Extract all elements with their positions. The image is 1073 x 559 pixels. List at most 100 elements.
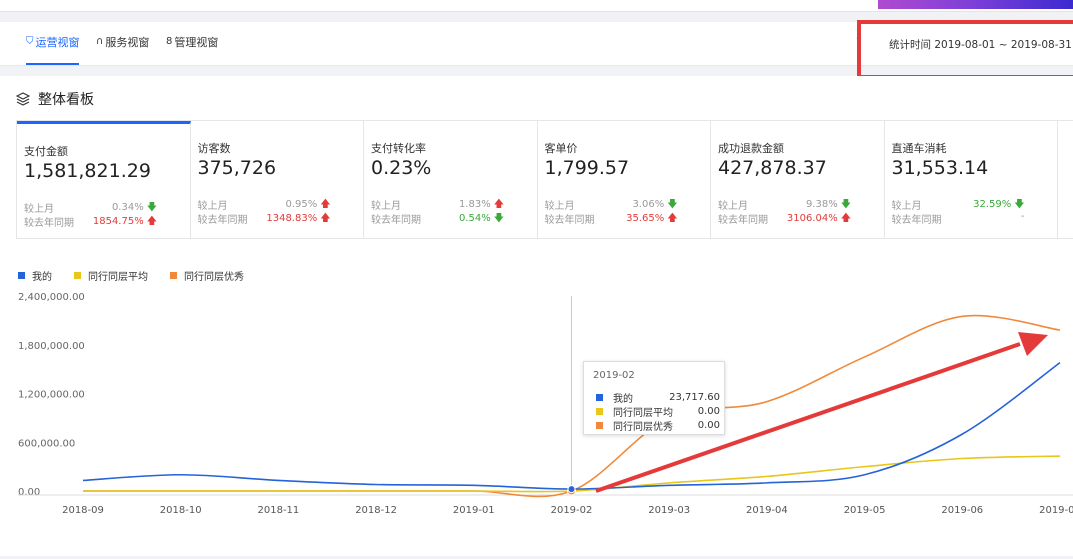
y-tick-label: 1,800,000.00 [18, 341, 85, 352]
annotation-red-box [857, 20, 1073, 79]
yoy-label: 较去年同期 [24, 218, 74, 229]
metric-card-partial[interactable] [1058, 121, 1073, 238]
mom-label: 较上月 [197, 201, 228, 212]
panel-header: 整体看板 [16, 89, 94, 109]
metric-value: 31,553.14 [891, 157, 989, 179]
arrow-up-icon: 🡅 [493, 199, 504, 210]
metric-value: 375,726 [197, 157, 277, 179]
legend-label: 同行同层优秀 [184, 272, 244, 283]
arrow-down-icon: 🡇 [667, 199, 678, 210]
metric-title: 成功退款金额 [718, 142, 784, 155]
x-tick-label: 2019-04 [746, 505, 788, 516]
legend-item[interactable]: 我的 [18, 268, 52, 283]
metric-title: 直通车消耗 [891, 142, 947, 155]
yoy-value: 1348.83% 🡅 [261, 211, 330, 228]
legend-label: 同行同层平均 [88, 272, 148, 283]
arrow-down-icon: 🡇 [1014, 199, 1025, 210]
metric-card[interactable]: 支付转化率 0.23% 较上月较去年同期 1.83% 🡅 0.54% 🡇 [364, 121, 538, 238]
metric-title: 客单价 [544, 142, 578, 155]
shield-icon: ⛉ [26, 36, 34, 47]
tooltip-series-name: 同行同层优秀 [613, 422, 673, 433]
metric-title: 支付转化率 [371, 142, 426, 155]
active-tab-underline [26, 63, 79, 65]
x-tick-label: 2018-12 [355, 505, 397, 516]
metric-value: 1,581,821.29 [24, 160, 151, 182]
legend-item[interactable]: 同行同层优秀 [170, 268, 244, 283]
tooltip-series-value: 0.00 [697, 420, 720, 431]
highlight-point [567, 485, 576, 494]
yoy-label: 较去年同期 [371, 215, 421, 226]
mom-label: 较上月 [544, 201, 575, 212]
tab-management-label: 管理视窗 [174, 36, 219, 49]
chart-legend: 我的 同行同层平均 同行同层优秀 [18, 268, 244, 283]
tooltip-series-value: 0.00 [697, 406, 720, 417]
tooltip-swatch [596, 422, 603, 429]
tooltip-row: 同行同层优秀 0.00 [596, 418, 720, 433]
mom-percent: 32.59% [973, 199, 1012, 210]
yoy-value: - [955, 211, 1025, 222]
x-tick-label: 2018-11 [258, 505, 300, 516]
tools-icon: 8 [166, 36, 173, 47]
metric-value: 0.23% [371, 157, 432, 179]
layers-icon [16, 92, 30, 106]
tooltip-row: 我的 23,717.60 [596, 390, 720, 405]
y-tick-label: 600,000.00 [18, 438, 75, 449]
legend-swatch [18, 272, 25, 279]
mom-label: 较上月 [24, 204, 54, 215]
tab-operations-label: 运营视窗 [35, 36, 80, 49]
x-tick-label: 2019-03 [648, 505, 690, 516]
arrow-up-icon: 🡅 [320, 199, 331, 210]
tab-service-label: 服务视窗 [105, 36, 150, 49]
legend-label: 我的 [32, 272, 52, 283]
mom-percent: 1.83% [458, 199, 491, 210]
yoy-label: 较去年同期 [718, 215, 768, 226]
yoy-label: 较去年同期 [891, 215, 942, 226]
overview-panel: 整体看板 支付金额 1,581,821.29 较上月 较去年同期 0.34% 🡇 1854.… [0, 76, 1073, 556]
yoy-percent: 0.54% [458, 213, 491, 224]
trend-chart: 2,400,000.00 1,800,000.00 1,200,000.00 600,… [18, 292, 1073, 516]
tab-service[interactable]: ∩ 服务视窗 [96, 34, 149, 50]
headset-icon: ∩ [96, 36, 104, 47]
legend-swatch [170, 272, 177, 279]
metric-card[interactable]: 客单价 1,799.57 较上月 较去年同期 3.06% 🡇 35.65% 🡅 [538, 121, 711, 238]
yoy-value: 1854.75% 🡅 [87, 214, 157, 231]
mom-label: 较上月 [891, 201, 922, 212]
tab-operations[interactable]: ⛉ 运营视窗 [26, 34, 80, 50]
x-tick-label: 2018-09 [62, 505, 104, 516]
mom-label: 较上月 [718, 201, 748, 212]
yoy-percent: 35.65% [626, 213, 665, 224]
tooltip-row: 同行同层平均 0.00 [596, 404, 720, 419]
panel-title: 整体看板 [38, 92, 94, 108]
yoy-value: 35.65% 🡅 [608, 211, 677, 228]
x-tick-label: 2019-06 [941, 505, 983, 516]
arrow-down-icon: 🡇 [493, 213, 504, 224]
chart-tooltip: 2019-02 我的 23,717.60 同行同层平均 0.00 同行同层优秀 … [583, 361, 725, 435]
legend-item[interactable]: 同行同层平均 [74, 268, 148, 283]
x-tick-label: 2019-02 [551, 505, 593, 516]
arrow-up-icon: 🡅 [146, 216, 157, 227]
arrow-up-icon: 🡅 [840, 213, 851, 224]
mom-percent: 0.95% [285, 199, 318, 210]
metric-card[interactable]: 成功退款金额 427,878.37 较上月 较去年同期 9.38% 🡇 3106.04% 🡅 [711, 121, 885, 238]
metric-value: 427,878.37 [718, 157, 827, 179]
metric-title: 访客数 [197, 142, 231, 155]
yoy-percent: 1854.75% [92, 216, 144, 227]
annotation-arrow-head [1018, 332, 1048, 356]
legend-swatch [74, 272, 81, 279]
y-tick-label: 1,200,000.00 [18, 390, 85, 401]
yoy-percent: - [1020, 211, 1025, 222]
tooltip-series-name: 同行同层平均 [613, 408, 673, 419]
mom-percent: 9.38% [805, 199, 838, 210]
tooltip-swatch [596, 408, 603, 415]
tab-management[interactable]: 8 管理视窗 [166, 34, 218, 50]
mom-percent: 3.06% [632, 199, 665, 210]
tooltip-series-name: 我的 [613, 394, 633, 405]
x-tick-label: 2019-01 [453, 505, 495, 516]
tooltip-title: 2019-02 [593, 370, 635, 381]
yoy-percent: 1348.83% [266, 213, 318, 224]
metric-card[interactable]: 访客数 375,726 较上月 较去年同期 0.95% 🡅 1348.83% 🡅 [191, 121, 364, 238]
x-tick-label: 2019-07 [1039, 505, 1073, 516]
metric-card[interactable]: 支付金额 1,581,821.29 较上月 较去年同期 0.34% 🡇 1854.75% 🡅 [17, 121, 191, 238]
mom-label: 较上月 [371, 201, 401, 212]
metric-card[interactable]: 直通车消耗 31,553.14 较上月较去年同期 32.59% 🡇 - [885, 121, 1058, 238]
